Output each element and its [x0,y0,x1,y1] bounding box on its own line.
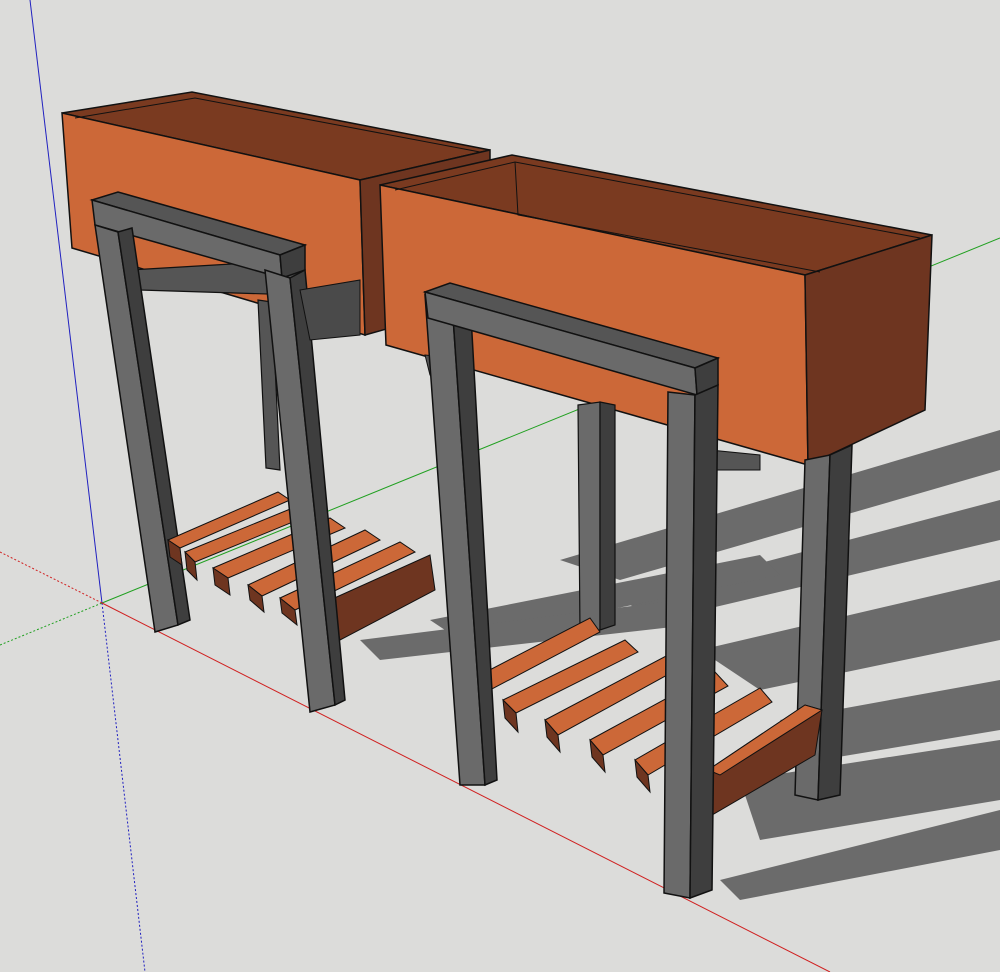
model-viewport[interactable] [0,0,1000,972]
stand-2-back-leg-left-side [599,401,616,631]
stand-2-back-leg-left [577,401,601,633]
scene-canvas[interactable] [0,0,1000,972]
stand-1-side-rail [299,279,361,341]
